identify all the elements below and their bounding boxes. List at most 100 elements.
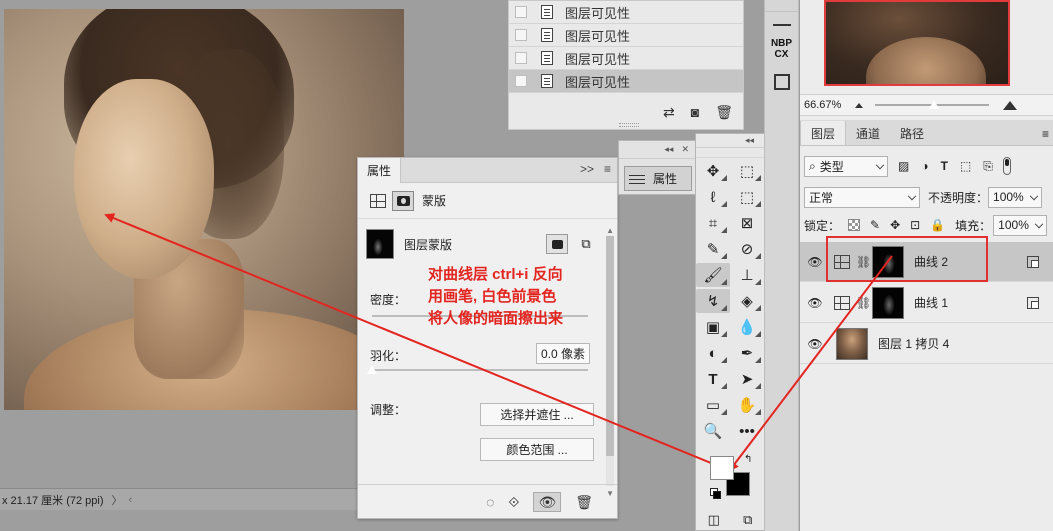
comp-checkbox[interactable] — [515, 6, 527, 18]
curves-adjustment-icon[interactable] — [370, 193, 386, 208]
quick-select-tool-icon[interactable]: ⬚ — [730, 185, 764, 209]
move-tool-icon[interactable]: ✥ — [696, 159, 730, 183]
crop-tool-icon[interactable]: ⌗ — [696, 211, 730, 235]
foreground-color-swatch[interactable] — [710, 456, 734, 480]
zoom-tool-icon[interactable]: 🔍 — [696, 419, 730, 443]
status-more-button[interactable]: 〉 — [112, 492, 123, 508]
layer-comp-row[interactable]: 图层可见性 — [509, 1, 743, 24]
select-pixel-mask-button[interactable] — [546, 234, 568, 254]
lock-all-icon[interactable]: 🔒 — [930, 218, 945, 232]
default-colors-icon[interactable] — [710, 488, 721, 499]
resize-grip[interactable] — [619, 123, 639, 127]
horizontal-scroll-left[interactable]: ‹ — [129, 494, 133, 506]
gradient-tool-icon[interactable]: ▣ — [696, 315, 730, 339]
select-and-mask-button[interactable]: 选择并遮住 ... — [480, 403, 594, 426]
trash-icon[interactable]: 🗑 — [715, 105, 733, 119]
eyedropper-tool-icon[interactable]: ✎ — [696, 237, 730, 261]
type-filter-icon[interactable]: T — [941, 159, 948, 174]
feather-input[interactable]: 0.0 像素 — [536, 343, 590, 364]
layer-comp-row-selected[interactable]: 图层可见性 — [509, 70, 743, 93]
brush-tool-icon[interactable]: 🖌 — [696, 263, 730, 287]
zoom-out-icon[interactable] — [855, 102, 864, 108]
layer-row-photo-copy[interactable]: 👁 图层 1 拷贝 4 — [800, 324, 1053, 364]
layer-mask-thumbnail[interactable] — [872, 286, 904, 319]
layer-comp-row[interactable]: 图层可见性 — [509, 47, 743, 70]
clone-stamp-tool-icon[interactable]: ⊥ — [730, 263, 764, 287]
feather-slider-knob[interactable] — [367, 365, 377, 374]
toggle-mask-visibility-icon[interactable]: 👁 — [533, 491, 562, 512]
zoom-slider-knob[interactable] — [929, 100, 940, 109]
zoom-slider[interactable] — [875, 100, 990, 109]
adjustment-filter-icon[interactable]: ◑ — [921, 159, 928, 174]
properties-panel-button[interactable]: 属性 — [624, 166, 692, 191]
tab-layers[interactable]: 图层 — [800, 121, 847, 145]
more-tools-icon[interactable]: ••• — [730, 419, 764, 443]
update-comp-icon[interactable]: ⇄ — [663, 105, 675, 119]
feather-slider[interactable] — [367, 365, 588, 374]
tab-properties[interactable]: 属性 — [358, 157, 402, 183]
visibility-eye-icon[interactable]: 👁 — [800, 337, 830, 351]
visibility-eye-icon[interactable]: 👁 — [800, 255, 830, 269]
lasso-tool-icon[interactable]: ℓ — [696, 185, 730, 209]
strip-grip[interactable] — [765, 0, 798, 12]
navigator-thumbnail[interactable] — [824, 0, 1010, 86]
visibility-eye-icon[interactable]: 👁 — [800, 296, 830, 310]
lock-artboard-icon[interactable]: ⊡ — [910, 218, 920, 232]
zoom-value[interactable]: 66.67% — [804, 99, 841, 111]
blur-tool-icon[interactable]: 💧 — [730, 315, 764, 339]
pixel-filter-icon[interactable]: ▨ — [898, 159, 909, 174]
lock-transparency-icon[interactable] — [848, 219, 861, 231]
toolbar-collapse-icon[interactable]: ◂◂ — [745, 135, 754, 146]
nbp-plugin-icon[interactable]: NBP CX — [769, 38, 795, 60]
shape-filter-icon[interactable]: ⬚ — [960, 159, 971, 174]
layer-name[interactable]: 曲线 1 — [914, 294, 948, 311]
marquee-tool-icon[interactable]: ⬚ — [730, 159, 764, 183]
delete-mask-icon[interactable]: 🗑 — [575, 495, 593, 509]
tab-channels[interactable]: 通道 — [846, 121, 890, 145]
layer-name[interactable]: 图层 1 拷贝 4 — [878, 335, 949, 352]
camera-icon[interactable]: ◙ — [691, 105, 699, 119]
close-icon[interactable]: ✕ — [681, 144, 689, 155]
mask-link-icon[interactable]: ⛓ — [856, 255, 871, 269]
toolbar-grip[interactable] — [696, 148, 764, 158]
load-selection-icon[interactable]: ◌ — [486, 495, 494, 509]
layer-pixel-thumbnail[interactable] — [836, 327, 868, 360]
swap-colors-icon[interactable]: ↰ — [744, 454, 752, 465]
frame-tool-icon[interactable]: ⊠ — [730, 211, 764, 235]
comp-checkbox[interactable] — [515, 52, 527, 64]
fill-field[interactable]: 100% — [993, 214, 1048, 236]
blend-mode-dropdown[interactable]: 正常 — [804, 186, 920, 208]
add-vector-mask-icon[interactable]: ⧉ — [576, 234, 596, 254]
layer-mask-thumbnail[interactable] — [872, 245, 904, 278]
rectangle-tool-icon[interactable]: ▭ — [696, 393, 730, 417]
filter-toggle-icon[interactable] — [1002, 157, 1011, 175]
healing-brush-tool-icon[interactable]: ⊘ — [730, 237, 764, 261]
collapse-icon[interactable]: >> — [580, 162, 594, 176]
panel-menu-icon[interactable]: ≡ — [604, 162, 611, 176]
zoom-in-icon[interactable] — [1003, 100, 1018, 110]
layers-menu-icon[interactable]: ≡ — [1042, 127, 1049, 141]
pen-tool-icon[interactable]: ✒ — [730, 341, 764, 365]
image-panel-icon[interactable] — [773, 74, 790, 90]
history-brush-tool-icon[interactable]: ↯ — [696, 289, 730, 313]
color-range-button[interactable]: 颜色范围 ... — [480, 438, 594, 461]
type-tool-icon[interactable]: T — [696, 367, 730, 391]
comp-checkbox[interactable] — [515, 75, 527, 87]
expand-icon[interactable]: ◂◂ — [664, 144, 673, 155]
opacity-field[interactable]: 100% — [988, 186, 1043, 208]
comp-checkbox[interactable] — [515, 29, 527, 41]
screen-mode-icon[interactable]: ⧉ — [743, 512, 752, 528]
tab-paths[interactable]: 路径 — [890, 121, 934, 145]
quick-mask-icon[interactable]: ◫ — [708, 512, 720, 528]
layer-row-curves-1[interactable]: 👁 ⛓ 曲线 1 — [800, 283, 1053, 323]
dodge-tool-icon[interactable]: ◐ — [696, 341, 730, 365]
layer-comp-row[interactable]: 图层可见性 — [509, 24, 743, 47]
filter-kind-dropdown[interactable]: ⌕ 类型 — [804, 155, 888, 177]
lock-pixels-icon[interactable]: ✎ — [870, 218, 880, 232]
portrait-photo[interactable] — [4, 9, 404, 410]
layer-row-curves-2[interactable]: 👁 ⛓ 曲线 2 — [800, 242, 1053, 282]
hand-tool-icon[interactable]: ✋ — [730, 393, 764, 417]
histogram-icon[interactable] — [772, 18, 791, 26]
smart-object-filter-icon[interactable]: ⎘ — [983, 159, 993, 174]
mask-mode-icon[interactable] — [392, 190, 414, 211]
